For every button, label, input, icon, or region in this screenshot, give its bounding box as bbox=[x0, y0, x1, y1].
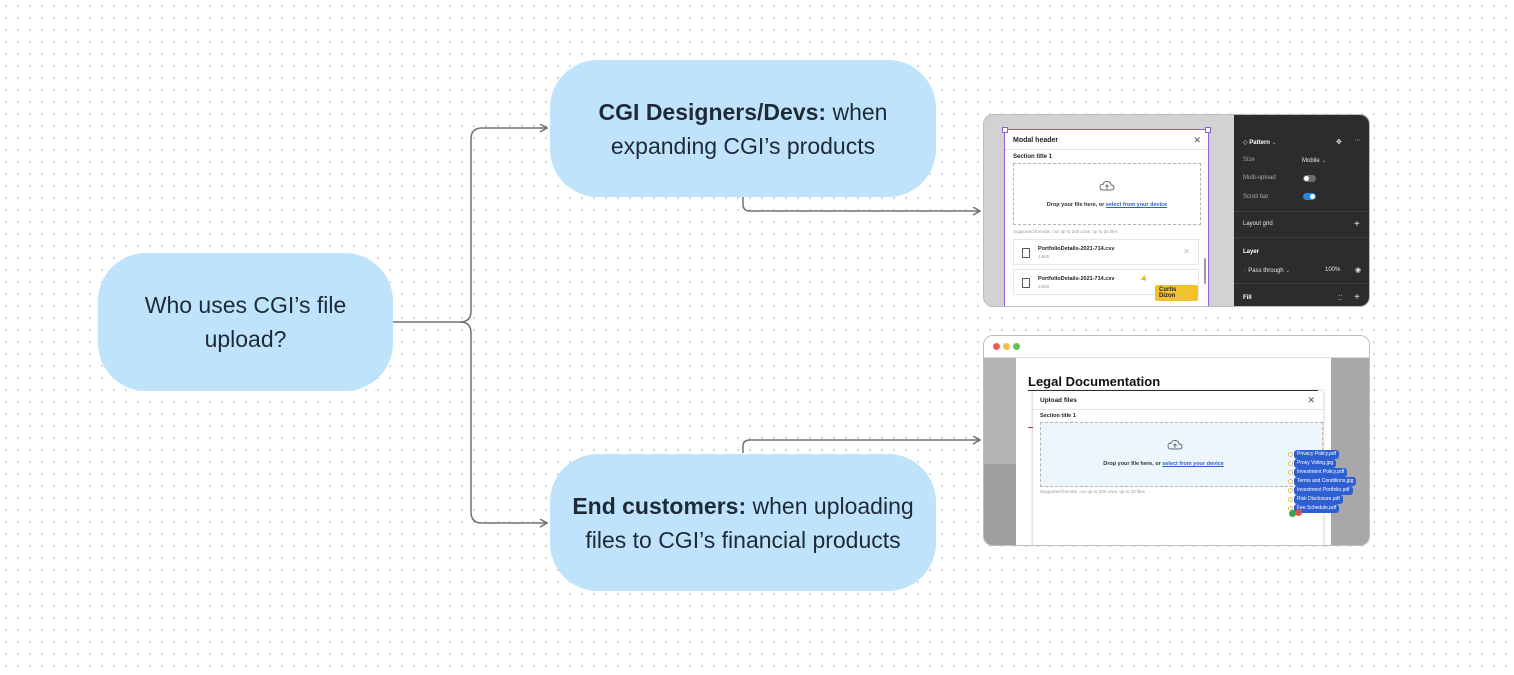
designers-node: CGI Designers/Devs: when expanding CGI’s… bbox=[550, 60, 936, 197]
file-name: PortfolioDetails-2021-714.csv bbox=[1038, 276, 1115, 282]
connector-root-to-customers bbox=[459, 321, 547, 523]
file-size: 24KB bbox=[1038, 254, 1050, 259]
layout-grid-label: Layout grid bbox=[1243, 221, 1273, 227]
drop-text: Drop your file here, or select from your… bbox=[1041, 461, 1286, 467]
customers-node: End customers: when uploading files to C… bbox=[550, 454, 936, 591]
file-item: PortfolioDetails-2021-714.csv 24KB Curti… bbox=[1013, 269, 1199, 301]
drop-text-prefix: Drop your file here, or bbox=[1103, 461, 1163, 467]
file-bullet bbox=[1288, 497, 1293, 502]
modal-frame: Modal header ✕ Section title 1 Drop your… bbox=[1002, 127, 1211, 306]
maximize-window-icon[interactable] bbox=[1013, 343, 1020, 350]
page-title: Legal Documentation bbox=[1028, 374, 1161, 389]
cursor-icon bbox=[1140, 275, 1149, 283]
file-size: 24KB bbox=[1038, 284, 1050, 289]
diamond-icon: ◇ bbox=[1243, 140, 1248, 146]
cloud-upload-icon bbox=[1099, 180, 1115, 191]
drop-text: Drop your file here, or select from your… bbox=[1014, 202, 1200, 208]
panel-divider bbox=[1234, 211, 1369, 212]
dragged-file-pill[interactable]: Privacy Policy.pdf bbox=[1294, 450, 1340, 459]
close-icon[interactable]: ✕ bbox=[1193, 135, 1201, 146]
browser-bar bbox=[984, 336, 1369, 358]
styles-icon[interactable]: ⁚⁚ bbox=[1338, 294, 1342, 302]
chevron-down-icon: ⌄ bbox=[1271, 140, 1277, 146]
pattern-label: Pattern bbox=[1249, 140, 1270, 146]
file-name: PortfolioDetails-2021-714.csv bbox=[1038, 246, 1115, 252]
file-icon bbox=[1022, 248, 1030, 258]
drop-zone[interactable]: Drop your file here, or select from your… bbox=[1013, 163, 1201, 225]
cloud-upload-icon bbox=[1167, 439, 1183, 450]
size-value[interactable]: Mobile ⌄ bbox=[1302, 157, 1326, 164]
minimize-window-icon[interactable] bbox=[1003, 343, 1010, 350]
more-icon[interactable]: ··· bbox=[1354, 137, 1361, 144]
drop-zone[interactable]: Drop your file here, or select from your… bbox=[1040, 422, 1323, 487]
header-divider bbox=[1005, 149, 1208, 150]
section-title: Section title 1 bbox=[1013, 154, 1053, 160]
size-value-text: Mobile bbox=[1302, 158, 1320, 164]
file-item: PortfolioDetails-2021-714.csv 24KB ✕ bbox=[1013, 239, 1199, 265]
opacity-value[interactable]: 100% bbox=[1325, 267, 1340, 273]
collaborator-cursor-label: Curtis Dizon bbox=[1155, 285, 1198, 301]
selection-handle bbox=[1205, 127, 1211, 133]
root-node: Who uses CGI’s file upload? bbox=[98, 253, 393, 391]
fill-label: Fill bbox=[1243, 295, 1252, 301]
eye-icon[interactable]: ◉ bbox=[1355, 266, 1361, 274]
design-tool-screenshot: Modal header ✕ Section title 1 Drop your… bbox=[983, 114, 1370, 307]
move-icon[interactable]: ✥ bbox=[1336, 138, 1342, 146]
dragged-file-pill[interactable]: Proxy Voting.jpg bbox=[1294, 459, 1337, 468]
customers-node-bold: End customers: bbox=[572, 492, 747, 519]
dragged-file-pill[interactable]: Terms and Conditions.jpg bbox=[1294, 477, 1357, 486]
chevron-down-icon: ⌄ bbox=[1285, 268, 1291, 274]
layer-label: Layer bbox=[1243, 249, 1260, 255]
properties-panel: ◇ Pattern ⌄ ✥ ··· Size Mobile ⌄ Multi-up… bbox=[1234, 115, 1369, 306]
section-title: Section title 1 bbox=[1040, 413, 1076, 419]
customers-node-text: End customers: when uploading files to C… bbox=[568, 489, 918, 557]
blend-mode-select[interactable]: ◌ Pass through ⌄ bbox=[1243, 267, 1290, 274]
dragged-file-pill[interactable]: Risk Disclosure.pdf bbox=[1294, 495, 1343, 504]
dragged-file-pill[interactable]: Investment Portfolio.pdf bbox=[1294, 486, 1353, 495]
add-layout-grid-icon[interactable]: + bbox=[1354, 219, 1360, 230]
remove-file-icon[interactable]: ✕ bbox=[1183, 247, 1190, 256]
scroll-bar-toggle[interactable] bbox=[1303, 193, 1316, 200]
designers-node-bold: CGI Designers/Devs: bbox=[598, 98, 827, 125]
size-label: Size bbox=[1243, 157, 1255, 163]
multi-upload-toggle[interactable] bbox=[1303, 175, 1316, 182]
file-bullet bbox=[1288, 479, 1293, 484]
scrollbar[interactable] bbox=[1204, 258, 1206, 284]
connector-root-to-designers bbox=[393, 128, 547, 323]
cursor-badge-icon bbox=[1295, 509, 1302, 516]
pattern-row[interactable]: ◇ Pattern ⌄ bbox=[1243, 139, 1277, 146]
file-bullet bbox=[1288, 470, 1293, 475]
drop-text-prefix: Drop your file here, or bbox=[1046, 202, 1106, 208]
header-divider bbox=[1033, 409, 1323, 410]
blend-icon: ◌ bbox=[1243, 268, 1247, 274]
panel-divider bbox=[1234, 283, 1369, 284]
upload-modal: Upload files ✕ Section title 1 Drop your… bbox=[1033, 391, 1323, 545]
supported-formats: Supported formats .csv up to 200 rows, u… bbox=[1013, 229, 1119, 234]
close-icon[interactable]: ✕ bbox=[1307, 395, 1315, 406]
multi-upload-label: Multi-upload bbox=[1243, 175, 1276, 181]
panel-divider bbox=[1234, 237, 1369, 238]
selection-handle bbox=[1002, 127, 1008, 133]
add-fill-icon[interactable]: + bbox=[1354, 292, 1360, 303]
web-app-screenshot: Legal Documentation Upload files ✕ Secti… bbox=[983, 335, 1370, 546]
modal-header: Upload files bbox=[1040, 397, 1077, 404]
file-bullet bbox=[1288, 461, 1293, 466]
dragged-file-pill[interactable]: Investment Policy.pdf bbox=[1294, 468, 1348, 477]
connector-customers-to-screenshot bbox=[742, 440, 980, 453]
file-bullet bbox=[1288, 452, 1293, 457]
supported-formats: Supported formats .csv up to 200 rows, u… bbox=[1040, 489, 1146, 494]
connector-designers-to-screenshot bbox=[742, 197, 980, 211]
chevron-down-icon: ⌄ bbox=[1321, 158, 1327, 164]
root-node-text: Who uses CGI’s file upload? bbox=[144, 292, 347, 352]
select-from-device-link[interactable]: select from your device bbox=[1106, 202, 1167, 208]
scroll-bar-label: Scroll bar bbox=[1243, 194, 1269, 200]
file-icon bbox=[1022, 278, 1030, 288]
blend-mode-value: Pass through bbox=[1248, 268, 1284, 274]
designers-node-text: CGI Designers/Devs: when expanding CGI’s… bbox=[578, 95, 908, 163]
modal-header: Modal header bbox=[1013, 137, 1059, 144]
close-window-icon[interactable] bbox=[993, 343, 1000, 350]
select-from-device-link[interactable]: select from your device bbox=[1162, 461, 1223, 467]
file-bullet bbox=[1288, 488, 1293, 493]
